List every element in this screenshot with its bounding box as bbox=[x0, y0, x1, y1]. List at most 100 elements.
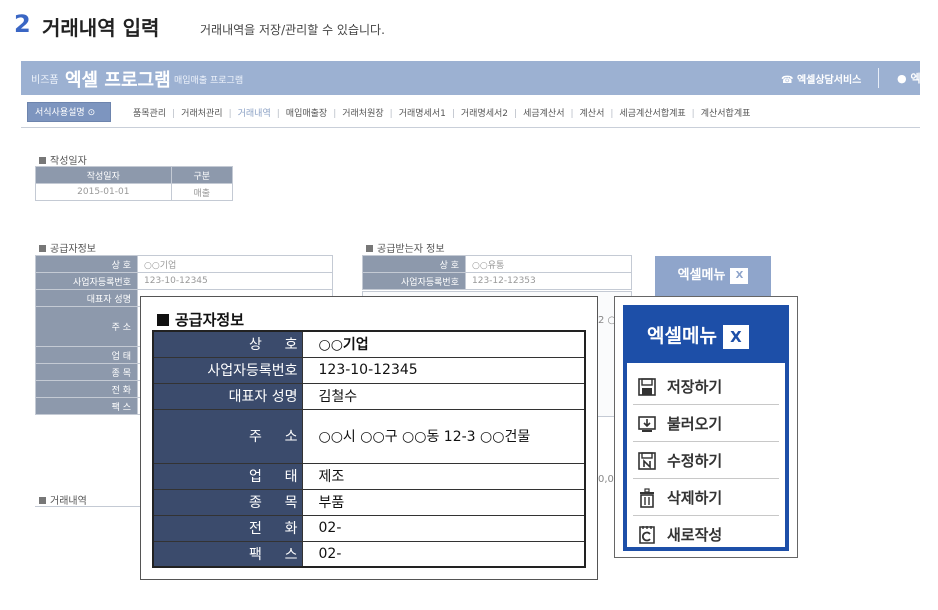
history-section-title: 거래내역 bbox=[39, 492, 87, 507]
receiver-bizno-value[interactable]: 123-12-12353 bbox=[465, 272, 632, 290]
load-button[interactable]: 불러오기 bbox=[633, 406, 779, 442]
date-table: 작성일자 구분 2015-01-01 매출 bbox=[35, 166, 234, 201]
guide-button-label: 서식사용설명 bbox=[35, 108, 85, 118]
page-subtitle: 거래내역을 저장/관리할 수 있습니다. bbox=[200, 23, 385, 37]
excel-menu-panel: 엑셀메뉴 X 저장하기 불러오기 수정하기 삭제하기 새로작성 bbox=[623, 305, 789, 551]
type-header: 구분 bbox=[170, 166, 234, 184]
save-label: 저장하기 bbox=[667, 378, 723, 396]
company-name-value[interactable]: ○○기업 bbox=[301, 330, 586, 358]
nav-item-2[interactable]: 거래내역 bbox=[238, 106, 271, 119]
brand-title: 엑셀 프로그램 bbox=[65, 70, 171, 91]
ceo-name-value[interactable]: 김철수 bbox=[301, 382, 586, 410]
receiver-bizno-label: 사업자등록번호 bbox=[362, 272, 466, 290]
business-item-value[interactable]: 부품 bbox=[301, 488, 586, 516]
nav-menu: 품목관리 | 거래처관리 | 거래내역 | 매입매출장 | 거래처원장 | 거래명세서1 | 거래명세서… bbox=[133, 106, 750, 119]
supplier-section-title: 공급자정보 bbox=[39, 240, 96, 255]
fax-label: 팩 스 bbox=[152, 540, 303, 568]
biz-reg-no-label: 사업자등록번호 bbox=[152, 356, 303, 384]
square-bullet-icon bbox=[366, 245, 373, 252]
business-type-label: 업 태 bbox=[152, 462, 303, 490]
nav-separator: | bbox=[389, 109, 393, 119]
delete-label: 삭제하기 bbox=[667, 489, 723, 507]
nav-item-1[interactable]: 거래처관리 bbox=[181, 106, 222, 119]
delete-button[interactable]: 삭제하기 bbox=[633, 480, 779, 516]
save-icon bbox=[638, 378, 656, 396]
nav-item-3[interactable]: 매입매출장 bbox=[286, 106, 327, 119]
supplier-phone-label: 전 화 bbox=[35, 380, 138, 398]
supplier-item-label: 종 목 bbox=[35, 363, 138, 381]
new-document-button[interactable]: 새로작성 bbox=[633, 517, 779, 553]
supplier-name-value[interactable]: ○○기업 bbox=[137, 255, 333, 273]
supplier-fax-label: 팩 스 bbox=[35, 397, 138, 415]
receiver-section-title: 공급받는자 정보 bbox=[366, 240, 445, 255]
supplier-bizno-value[interactable]: 123-10-12345 bbox=[137, 272, 333, 290]
phone-label: 전 화 bbox=[152, 514, 303, 542]
business-item-label: 종 목 bbox=[152, 488, 303, 516]
location-pin-icon: ● bbox=[897, 72, 907, 85]
arrow-circle-icon: ⊙ bbox=[87, 108, 96, 118]
phone-value[interactable]: 02- bbox=[301, 514, 586, 542]
receiver-table: 상 호 ○○유통 사업자등록번호 123-12-12353 bbox=[362, 255, 632, 290]
nav-item-5[interactable]: 거래명세서1 bbox=[399, 106, 446, 119]
new-document-label: 새로작성 bbox=[667, 526, 723, 544]
edit-button[interactable]: 수정하기 bbox=[633, 443, 779, 479]
square-bullet-icon bbox=[39, 497, 46, 504]
company-name-label: 상 호 bbox=[152, 330, 303, 358]
nav-separator: | bbox=[228, 109, 232, 119]
fax-value[interactable]: 02- bbox=[301, 540, 586, 568]
edit-icon bbox=[638, 452, 656, 470]
supplier-info-callout: 공급자정보 상 호 ○○기업 사업자등록번호 123-10-12345 대표자 … bbox=[140, 296, 598, 580]
date-header: 작성일자 bbox=[35, 166, 172, 184]
business-type-value[interactable]: 제조 bbox=[301, 462, 586, 490]
step-number: 2 bbox=[14, 10, 31, 38]
consult-service-link[interactable]: ☎ 엑셀상담서비스 bbox=[781, 71, 861, 86]
date-value[interactable]: 2015-01-01 bbox=[35, 183, 172, 201]
biz-reg-no-value[interactable]: 123-10-12345 bbox=[301, 356, 586, 384]
location-label: 엑 bbox=[910, 72, 920, 85]
app-topbar: 비즈폼 엑셀 프로그램 매입매출 프로그램 ☎ 엑셀상담서비스 ● 엑 bbox=[21, 61, 920, 95]
callout-title: 공급자정보 bbox=[157, 309, 244, 330]
nav-item-4[interactable]: 거래처원장 bbox=[342, 106, 383, 119]
nav-item-10[interactable]: 계산서합계표 bbox=[701, 106, 751, 119]
nav-item-6[interactable]: 거래명세서2 bbox=[461, 106, 508, 119]
square-bullet-icon bbox=[157, 314, 169, 326]
excel-icon: X bbox=[722, 324, 749, 349]
edit-label: 수정하기 bbox=[667, 452, 723, 470]
nav-item-7[interactable]: 세금계산서 bbox=[523, 106, 564, 119]
save-button[interactable]: 저장하기 bbox=[633, 369, 779, 405]
trash-icon bbox=[640, 488, 654, 508]
guide-button[interactable]: 서식사용설명 ⊙ bbox=[27, 102, 111, 122]
type-value[interactable]: 매출 bbox=[170, 183, 234, 201]
consult-label: 엑셀상담서비스 bbox=[796, 75, 862, 86]
receiver-name-value[interactable]: ○○유통 bbox=[465, 255, 632, 273]
supplier-bizno-label: 사업자등록번호 bbox=[35, 272, 138, 290]
nav-separator: | bbox=[333, 109, 337, 119]
load-label: 불러오기 bbox=[667, 415, 723, 433]
excel-menu-button[interactable]: 엑셀메뉴 X bbox=[655, 256, 771, 296]
nav-separator: | bbox=[172, 109, 176, 119]
excel-menu-label: 엑셀메뉴 bbox=[677, 268, 726, 283]
excel-menu-header: 엑셀메뉴 X bbox=[627, 309, 785, 363]
excel-icon: X bbox=[730, 267, 749, 284]
nav-separator: | bbox=[570, 109, 574, 119]
nav-item-0[interactable]: 품목관리 bbox=[133, 106, 166, 119]
excel-menu-callout: 엑셀메뉴 X 저장하기 불러오기 수정하기 삭제하기 새로작성 bbox=[614, 296, 798, 558]
square-bullet-icon bbox=[39, 245, 46, 252]
supplier-info-table: 상 호 ○○기업 사업자등록번호 123-10-12345 대표자 성명 김철수… bbox=[152, 330, 586, 568]
nav-separator: | bbox=[451, 109, 455, 119]
supplier-ceo-label: 대표자 성명 bbox=[35, 289, 138, 307]
date-section-title: 작성일자 bbox=[39, 152, 87, 167]
brand-small-label: 비즈폼 bbox=[31, 75, 59, 86]
square-bullet-icon bbox=[39, 157, 46, 164]
phone-icon: ☎ bbox=[781, 75, 794, 86]
new-document-icon bbox=[639, 526, 655, 544]
address-label: 주 소 bbox=[152, 408, 303, 464]
address-value[interactable]: ○○시 ○○구 ○○동 12-3 ○○건물 bbox=[301, 408, 586, 464]
nav-item-9[interactable]: 세금계산서합계표 bbox=[619, 106, 685, 119]
history-divider bbox=[35, 506, 155, 507]
app-navbar: 서식사용설명 ⊙ 품목관리 | 거래처관리 | 거래내역 | 매입매출장 | 거래처원장 | 거래명… bbox=[21, 95, 920, 128]
excel-menu-title: 엑셀메뉴 bbox=[647, 325, 717, 347]
receiver-name-label: 상 호 bbox=[362, 255, 466, 273]
nav-item-8[interactable]: 계산서 bbox=[580, 106, 605, 119]
location-link[interactable]: ● 엑 bbox=[897, 70, 920, 86]
